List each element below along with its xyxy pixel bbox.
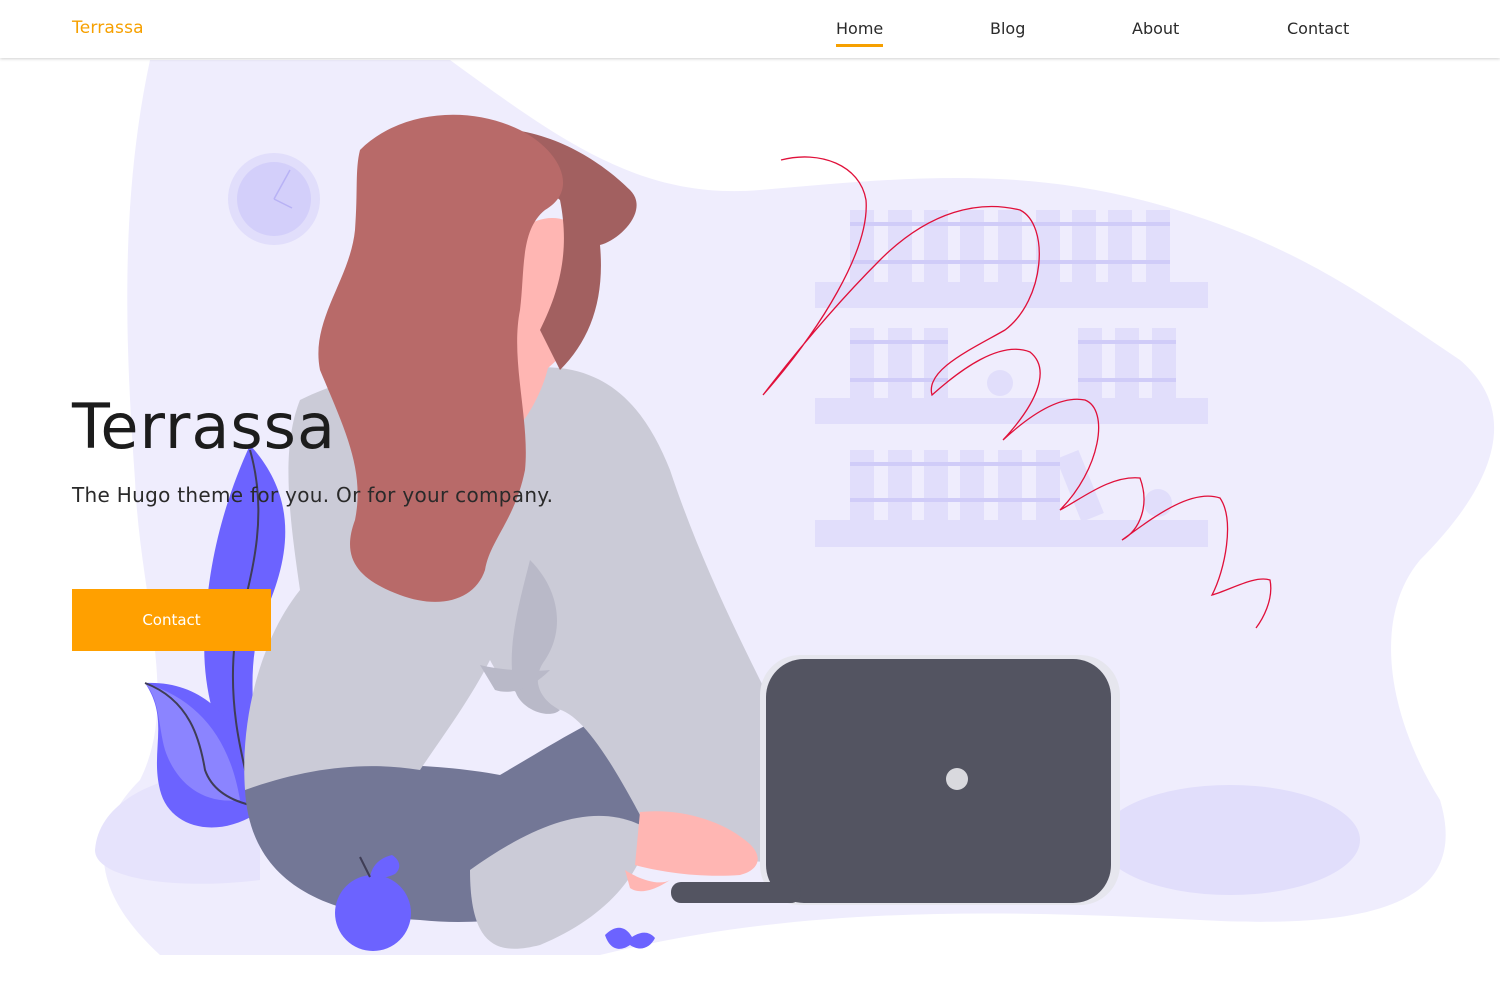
contact-button[interactable]: Contact [72, 589, 271, 651]
nav-blog[interactable]: Blog [990, 19, 1025, 44]
nav-home[interactable]: Home [836, 19, 884, 47]
floor-shadow [1100, 785, 1360, 895]
hero-title: Terrassa [72, 390, 336, 463]
site-header: Terrassa Home Blog About Contact [0, 0, 1500, 58]
hero-subtitle: The Hugo theme for you. Or for your comp… [72, 483, 554, 507]
brand-logo-link[interactable]: Terrassa [72, 18, 144, 38]
clock-icon [228, 153, 320, 245]
nav-contact[interactable]: Contact [1287, 19, 1349, 44]
nav-about[interactable]: About [1132, 19, 1179, 44]
